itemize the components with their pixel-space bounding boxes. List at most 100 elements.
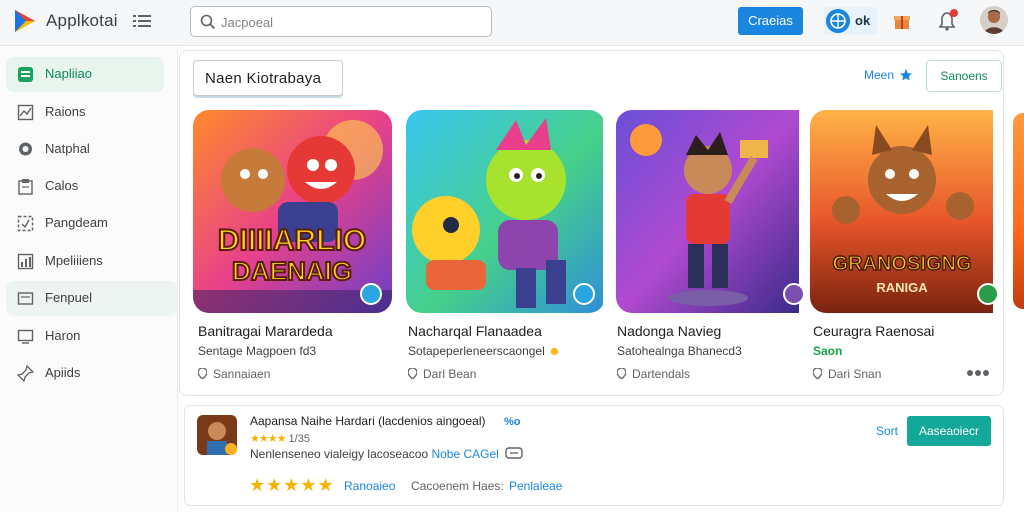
game-meta-text: Dari Snan bbox=[828, 367, 882, 381]
game-meta-text: Dartendals bbox=[632, 367, 691, 381]
gift-icon[interactable] bbox=[893, 12, 911, 30]
game-card-art[interactable] bbox=[406, 110, 605, 313]
smiley-icon: ☻ bbox=[548, 344, 561, 358]
art-title-line-2: RANIGA bbox=[876, 280, 928, 295]
game-card-art[interactable] bbox=[616, 110, 815, 313]
game-title[interactable]: Ceuragra Raenosai bbox=[813, 323, 934, 339]
game-card-art[interactable]: DIIIIARLIO DAENAIG bbox=[193, 110, 392, 313]
verified-badge-icon bbox=[573, 283, 595, 305]
see-more-link[interactable]: Meen bbox=[864, 68, 894, 82]
verified-badge-icon bbox=[977, 283, 999, 305]
art-title-line-1: DIIIIARLIO bbox=[218, 224, 366, 257]
game-meta-text: Darl Bean bbox=[423, 367, 477, 381]
star-icon[interactable] bbox=[899, 68, 913, 82]
sidebar-item-label: Mpeliiiens bbox=[45, 253, 103, 268]
verified-badge-icon bbox=[360, 283, 382, 305]
sidebar-item-label: Napliiao bbox=[45, 66, 92, 81]
globe-icon bbox=[826, 9, 850, 33]
game-title[interactable]: Banitragai Marardeda bbox=[198, 323, 333, 339]
game-artwork: DIIIIARLIO DAENAIG bbox=[193, 110, 392, 313]
sidebar-item-calos[interactable]: Calos bbox=[6, 169, 164, 204]
search-icon bbox=[200, 14, 216, 30]
chat-icon bbox=[19, 142, 32, 156]
list-app-title[interactable]: Aapansa Naihe Hardari (lacdenios aingoea… bbox=[250, 414, 485, 428]
sidebar-item-label: Haron bbox=[45, 328, 81, 343]
list-chart-icon bbox=[17, 253, 34, 270]
game-meta: Sannaiaen bbox=[198, 367, 270, 381]
expand-icon bbox=[17, 215, 34, 232]
monitor-icon bbox=[17, 329, 34, 344]
sidebar-item-label: Natphal bbox=[45, 141, 90, 156]
app-thumbnail[interactable] bbox=[197, 415, 237, 455]
user-avatar[interactable] bbox=[980, 6, 1008, 34]
language-label: ok bbox=[855, 13, 871, 28]
folder-icon bbox=[17, 292, 34, 305]
sidebar-item-label: Raions bbox=[45, 104, 86, 119]
game-artwork bbox=[406, 110, 603, 313]
clipboard-icon bbox=[18, 179, 33, 195]
sidebar-item-apiids[interactable]: Apiids bbox=[6, 356, 164, 391]
list-description-text: Nenlenseneo vialeigy lacoseacoo bbox=[250, 447, 429, 461]
sidebar-item-natphal[interactable]: Natphal bbox=[6, 132, 164, 167]
more-options-icon[interactable] bbox=[966, 369, 990, 377]
next-card-peek[interactable] bbox=[1013, 113, 1024, 309]
sidebar: Napliiao Raions Natphal Calos Pangdeam M… bbox=[0, 47, 178, 512]
section-title-tab[interactable]: Naen Kiotrabaya bbox=[193, 60, 343, 96]
game-artwork bbox=[616, 110, 799, 313]
grid-icon bbox=[18, 67, 33, 82]
sidebar-item-pangdeam[interactable]: Pangdeam bbox=[6, 206, 164, 241]
game-artwork: GRANOSIGNG RANIGA bbox=[810, 110, 993, 313]
location-pin-icon bbox=[813, 368, 822, 379]
game-subtitle: Sotapeperleneerscaongel ☻ bbox=[408, 344, 561, 358]
app-title: Applkotai bbox=[46, 11, 118, 30]
app-thumbnail-image bbox=[197, 415, 237, 455]
notification-bell-icon[interactable] bbox=[934, 8, 960, 34]
comment-icon[interactable] bbox=[505, 447, 523, 459]
rating-value: 1/35 bbox=[288, 433, 310, 445]
sidebar-item-fenpuel[interactable]: Fenpuel bbox=[6, 281, 178, 316]
sidebar-item-label: Apiids bbox=[45, 365, 81, 380]
game-title[interactable]: Nacharqal Flanaadea bbox=[408, 323, 542, 339]
game-meta-text: Sannaiaen bbox=[213, 367, 271, 381]
list-rating: ★★★★ 1/35 bbox=[250, 432, 310, 445]
chart-icon bbox=[17, 104, 34, 121]
sidebar-item-haron[interactable]: Haron bbox=[6, 319, 164, 354]
list-menu-icon[interactable] bbox=[133, 14, 151, 28]
game-subtitle: Sentage Magpoen fd3 bbox=[198, 344, 317, 358]
list-action-button[interactable]: Aaseaoiecr bbox=[907, 416, 991, 446]
sidebar-item-napliiao[interactable]: Napliiao bbox=[6, 57, 164, 92]
list-description: Nenlenseneo vialeigy lacoseacoo Nobe CAG… bbox=[250, 447, 499, 461]
sidebar-item-mpeliiiens[interactable]: Mpeliiiens bbox=[6, 244, 164, 279]
create-button[interactable]: Craeias bbox=[738, 7, 803, 35]
game-card-art[interactable]: GRANOSIGNG RANIGA bbox=[810, 110, 1009, 313]
game-subtitle-text: Sotapeperleneerscaongel bbox=[408, 344, 545, 358]
pin-icon bbox=[17, 365, 34, 382]
list-link-details[interactable]: Penlaleae bbox=[509, 479, 562, 493]
list-tag[interactable]: Nobe CAGel bbox=[431, 447, 498, 461]
rating-stars-icon: ★★★★ bbox=[250, 433, 286, 445]
sidebar-item-label: Calos bbox=[45, 178, 79, 193]
list-link-label: Cacoenem Haes: bbox=[411, 479, 504, 493]
game-title[interactable]: Nadonga Navieg bbox=[617, 323, 721, 339]
language-button[interactable]: ok bbox=[824, 7, 878, 35]
location-pin-icon bbox=[408, 368, 417, 379]
game-subtitle: Satohealnga Bhanecd3 bbox=[617, 344, 742, 358]
game-subtitle: Saon bbox=[813, 344, 843, 358]
sort-link[interactable]: Sort bbox=[876, 424, 898, 438]
game-meta: Dari Snan bbox=[813, 367, 881, 381]
sidebar-item-raions[interactable]: Raions bbox=[6, 95, 164, 130]
sidebar-item-label: Fenpuel bbox=[45, 290, 92, 305]
sources-button[interactable]: Sanoens bbox=[926, 60, 1002, 92]
game-meta: Dartendals bbox=[617, 367, 690, 381]
search-input[interactable] bbox=[221, 11, 481, 33]
search-box bbox=[190, 6, 492, 37]
list-flag: %o bbox=[504, 416, 521, 428]
location-pin-icon bbox=[198, 368, 207, 379]
section-title: Naen Kiotrabaya bbox=[205, 70, 322, 87]
location-pin-icon bbox=[617, 368, 626, 379]
app-logo-icon[interactable] bbox=[11, 7, 39, 35]
list-link-reviews[interactable]: Ranoaieo bbox=[344, 479, 395, 493]
top-bar: Applkotai Craeias ok bbox=[0, 0, 1024, 46]
verified-badge-icon bbox=[783, 283, 805, 305]
big-rating-stars-icon: ★★★★★ bbox=[249, 475, 335, 495]
